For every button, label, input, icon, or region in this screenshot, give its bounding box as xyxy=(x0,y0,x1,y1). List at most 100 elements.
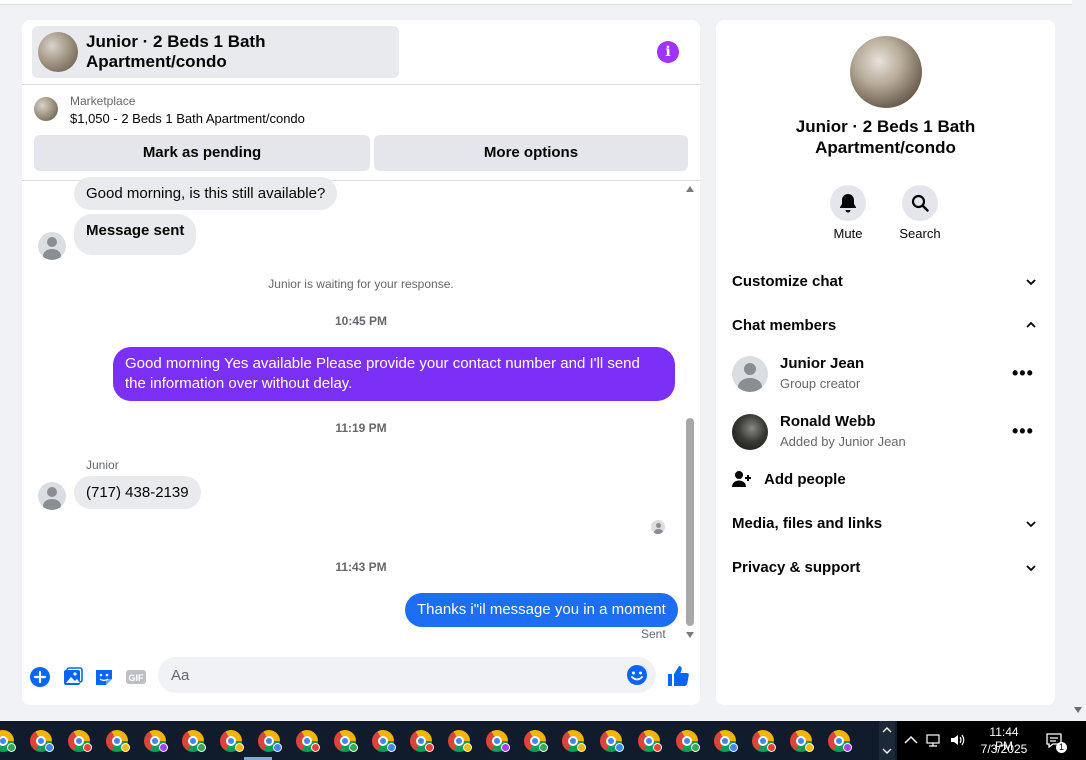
emoji-icon[interactable] xyxy=(626,664,648,686)
notification-count: 1 xyxy=(1056,742,1067,753)
scrollbar[interactable] xyxy=(685,186,695,642)
outgoing-message[interactable]: Good morning Yes available Please provid… xyxy=(113,347,675,401)
chat-info-panel: Junior · 2 Beds 1 Bath Apartment/condo M… xyxy=(716,20,1055,705)
search-label: Search xyxy=(899,226,941,241)
incoming-message[interactable]: Message sent xyxy=(74,214,197,255)
add-people-button[interactable]: Add people xyxy=(764,471,846,488)
incoming-message[interactable]: (717) 438-2139 xyxy=(74,476,201,509)
outgoing-message[interactable]: Thanks i"il message you in a moment xyxy=(405,593,678,627)
taskbar-overflow[interactable] xyxy=(879,721,895,760)
chevron-down-icon[interactable] xyxy=(1026,563,1036,573)
profile-badge-icon xyxy=(387,743,396,752)
photo-icon[interactable] xyxy=(62,666,84,688)
mute-button[interactable] xyxy=(830,185,866,221)
media-files-section[interactable]: Media, files and links xyxy=(732,515,882,532)
svg-text:GIF: GIF xyxy=(129,673,145,683)
marketplace-thumbnail xyxy=(34,97,58,121)
member-role: Group creator xyxy=(780,376,861,391)
profile-badge-icon xyxy=(83,743,92,752)
profile-badge-icon xyxy=(805,743,814,752)
waiting-notice: Junior is waiting for your response. xyxy=(268,277,454,291)
profile-badge-icon xyxy=(7,743,16,752)
scroll-thumb[interactable] xyxy=(686,418,694,626)
add-person-icon[interactable] xyxy=(732,470,752,488)
privacy-support-section[interactable]: Privacy & support xyxy=(732,559,860,576)
profile-badge-icon xyxy=(577,743,586,752)
timestamp: 11:19 PM xyxy=(335,421,387,435)
volume-icon[interactable] xyxy=(949,732,965,748)
mute-label: Mute xyxy=(833,226,863,241)
profile-badge-icon xyxy=(539,743,548,752)
message-list: Good morning, is this still available? M… xyxy=(22,177,700,651)
more-options-button[interactable]: More options xyxy=(374,135,688,171)
profile-badge-icon xyxy=(501,743,510,752)
info-icon[interactable]: i xyxy=(657,41,679,63)
mark-as-pending-button[interactable]: Mark as pending xyxy=(34,135,370,171)
thumbs-up-icon[interactable] xyxy=(666,664,690,688)
search-button[interactable] xyxy=(902,185,938,221)
timestamp: 11:43 PM xyxy=(335,560,387,574)
chat-members-section[interactable]: Chat members xyxy=(732,317,836,334)
profile-badge-icon xyxy=(615,743,624,752)
search-icon xyxy=(911,194,929,212)
chat-title: Junior · 2 Beds 1 Bath Apartment/condo xyxy=(86,32,266,71)
profile-badge-icon xyxy=(463,743,472,752)
member-avatar[interactable] xyxy=(732,356,768,392)
listing-text[interactable]: $1,050 - 2 Beds 1 Bath Apartment/condo xyxy=(70,111,305,126)
member-options-icon[interactable]: ••• xyxy=(1012,364,1034,382)
sticker-icon[interactable] xyxy=(93,666,115,688)
side-title: Junior · 2 Beds 1 Bath Apartment/condo xyxy=(795,117,976,157)
profile-badge-icon xyxy=(45,743,54,752)
scroll-down-arrow[interactable] xyxy=(686,632,694,638)
page-scroll-down-arrow[interactable] xyxy=(1074,707,1082,713)
chevron-down-icon[interactable] xyxy=(1026,277,1036,287)
profile-badge-icon xyxy=(767,743,776,752)
chevron-down-icon[interactable] xyxy=(882,746,892,756)
system-tray: 11:44 PM 7/3/2025 1 xyxy=(897,721,1086,760)
profile-badge-icon xyxy=(653,743,662,752)
profile-badge-icon xyxy=(691,743,700,752)
chevron-up-icon[interactable] xyxy=(903,732,919,748)
chevron-up-icon[interactable] xyxy=(882,725,892,735)
avatar xyxy=(38,232,66,260)
marketplace-label: Marketplace xyxy=(70,94,136,108)
message-input-wrap xyxy=(158,657,656,693)
member-name[interactable]: Ronald Webb xyxy=(780,413,876,430)
profile-badge-icon xyxy=(235,743,244,752)
network-icon[interactable] xyxy=(925,732,941,748)
member-name[interactable]: Junior Jean xyxy=(780,355,864,372)
gif-icon[interactable]: GIF xyxy=(125,666,147,688)
profile-badge-icon xyxy=(349,743,358,752)
member-role: Added by Junior Jean xyxy=(780,434,906,449)
listing-avatar xyxy=(850,36,922,108)
plus-circle-icon[interactable] xyxy=(29,666,51,688)
chat-panel: Junior · 2 Beds 1 Bath Apartment/condo i… xyxy=(22,20,700,705)
profile-badge-icon xyxy=(425,743,434,752)
avatar xyxy=(38,482,66,510)
sender-name: Junior xyxy=(86,458,119,472)
profile-badge-icon xyxy=(159,743,168,752)
composer: GIF xyxy=(22,655,700,705)
profile-badge-icon xyxy=(121,743,130,752)
scroll-up-arrow[interactable] xyxy=(686,186,694,192)
profile-badge-icon xyxy=(273,743,282,752)
member-avatar[interactable] xyxy=(732,414,768,450)
header-divider xyxy=(22,84,700,85)
member-options-icon[interactable]: ••• xyxy=(1012,422,1034,440)
clock-date[interactable]: 7/3/2025 xyxy=(979,742,1029,756)
top-strip xyxy=(0,0,1072,5)
listing-thumbnail xyxy=(38,32,78,72)
sent-status: Sent xyxy=(641,627,666,641)
bell-icon xyxy=(840,194,856,213)
profile-badge-icon xyxy=(197,743,206,752)
chat-header[interactable]: Junior · 2 Beds 1 Bath Apartment/condo xyxy=(32,26,399,78)
chevron-up-icon[interactable] xyxy=(1026,320,1036,330)
seen-indicator xyxy=(651,520,665,534)
incoming-message[interactable]: Good morning, is this still available? xyxy=(74,177,338,210)
chevron-down-icon[interactable] xyxy=(1026,519,1036,529)
customize-chat-section[interactable]: Customize chat xyxy=(732,273,843,290)
profile-badge-icon xyxy=(729,743,738,752)
profile-badge-icon xyxy=(843,743,852,752)
profile-badge-icon xyxy=(311,743,320,752)
message-input[interactable] xyxy=(158,657,598,693)
